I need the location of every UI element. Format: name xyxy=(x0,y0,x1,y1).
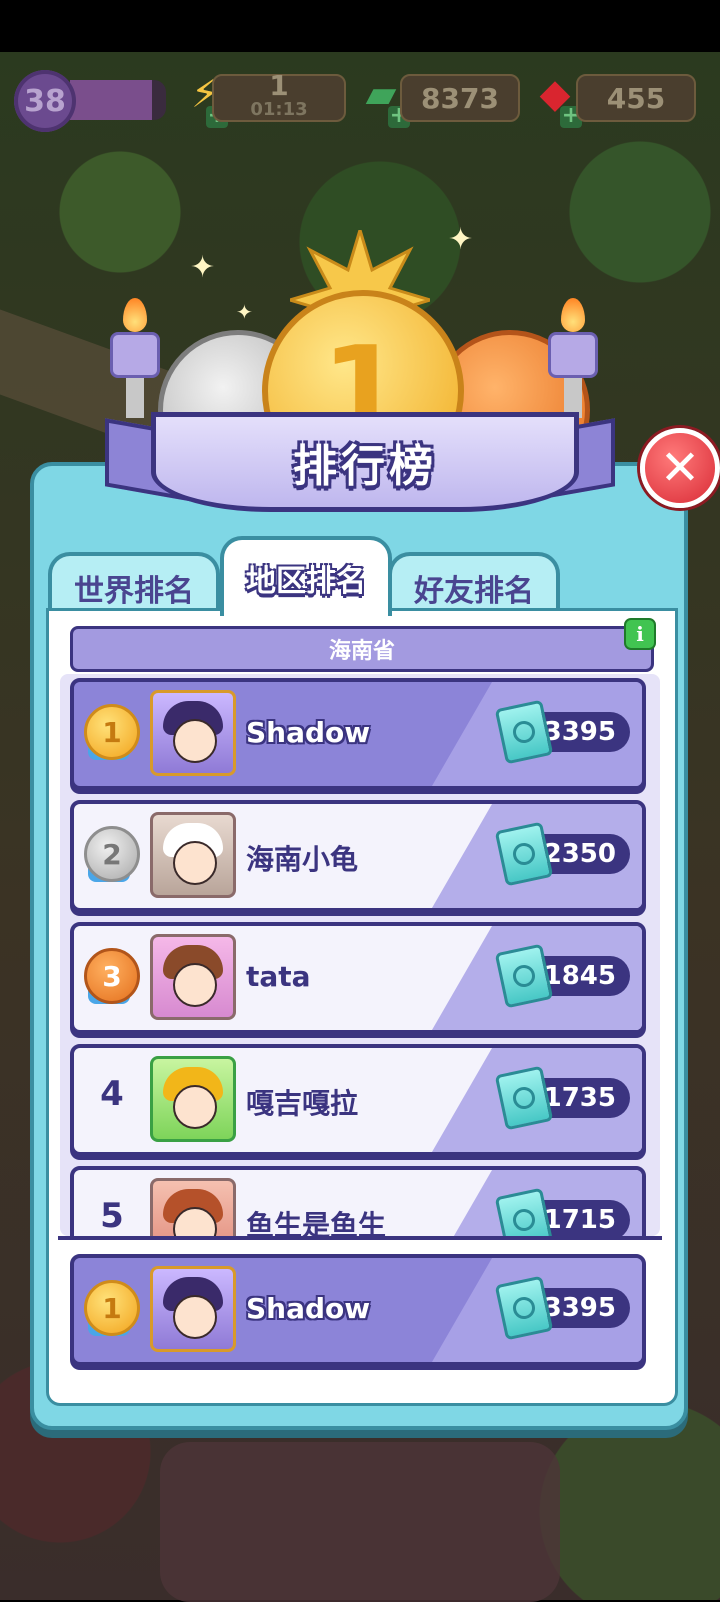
avatar[interactable] xyxy=(150,1056,236,1142)
avatar[interactable] xyxy=(150,690,236,776)
bronze-medal-icon: 3 xyxy=(84,948,140,1004)
status-bar xyxy=(0,0,720,52)
gold-medal-icon: 1 xyxy=(84,704,140,760)
leaderboard-title: 排行榜 xyxy=(293,441,437,492)
ranking-row[interactable]: 3 tata 1845 xyxy=(70,922,646,1034)
my-ranking-row[interactable]: 1 Shadow 3395 xyxy=(70,1254,646,1366)
energy-timer: 01:13 xyxy=(250,99,308,120)
player-name: tata xyxy=(246,960,311,993)
my-ranking: 1 Shadow 3395 xyxy=(60,1254,660,1374)
player-name: 海南小龟 xyxy=(246,843,359,876)
rank-number: 5 xyxy=(100,1196,124,1236)
xp-bar-fill xyxy=(70,80,152,120)
ranking-list[interactable]: 1 Shadow 3395 2 海南小龟 2350 3 tata 1845 4 嘎吉嘎拉 1735 5 鱼… xyxy=(60,674,660,1236)
candle-right-icon xyxy=(548,298,598,418)
gold-medal-icon: 1 xyxy=(84,1280,140,1336)
player-name: Shadow xyxy=(246,1292,371,1325)
ranking-row[interactable]: 1 Shadow 3395 xyxy=(70,678,646,790)
xp-bar xyxy=(70,80,166,120)
player-name: 鱼生是鱼生 xyxy=(246,1209,387,1236)
avatar[interactable] xyxy=(150,1178,236,1236)
energy-counter[interactable]: 1 01:13 xyxy=(212,69,346,122)
candle-left-icon xyxy=(110,298,160,418)
player-name: 嘎吉嘎拉 xyxy=(246,1087,359,1120)
background-rug xyxy=(160,1442,560,1602)
title-ribbon: 排行榜 xyxy=(105,412,615,512)
close-button[interactable]: ✕ xyxy=(640,428,720,508)
level-value: 38 xyxy=(24,83,66,119)
medal-coins-decoration: 1 xyxy=(150,230,590,492)
resource-bar: 38 ⚡ + 1 01:13 ▰ + 8373 ◆ + 455 xyxy=(0,66,720,132)
ranking-row[interactable]: 2 海南小龟 2350 xyxy=(70,800,646,912)
list-divider xyxy=(58,1236,662,1240)
cash-value: 8373 xyxy=(421,81,499,115)
gem-value: 455 xyxy=(606,81,666,115)
close-icon: ✕ xyxy=(659,440,701,496)
player-name: Shadow xyxy=(246,716,371,749)
tab-region-ranking[interactable]: 地区排名 xyxy=(220,536,392,616)
avatar[interactable] xyxy=(150,1266,236,1352)
avatar[interactable] xyxy=(150,812,236,898)
gem-counter[interactable]: 455 xyxy=(576,74,696,122)
silver-medal-icon: 2 xyxy=(84,826,140,882)
region-name: 海南省 xyxy=(328,639,395,664)
info-icon[interactable]: i xyxy=(624,618,656,650)
level-badge[interactable]: 38 xyxy=(14,70,76,132)
rank-number: 4 xyxy=(100,1074,124,1114)
cash-counter[interactable]: 8373 xyxy=(400,74,520,122)
ranking-row[interactable]: 5 鱼生是鱼生 1715 xyxy=(70,1166,646,1236)
energy-value: 1 xyxy=(269,69,289,102)
ranking-row[interactable]: 4 嘎吉嘎拉 1735 xyxy=(70,1044,646,1156)
region-header: 海南省 xyxy=(70,626,654,672)
avatar[interactable] xyxy=(150,934,236,1020)
